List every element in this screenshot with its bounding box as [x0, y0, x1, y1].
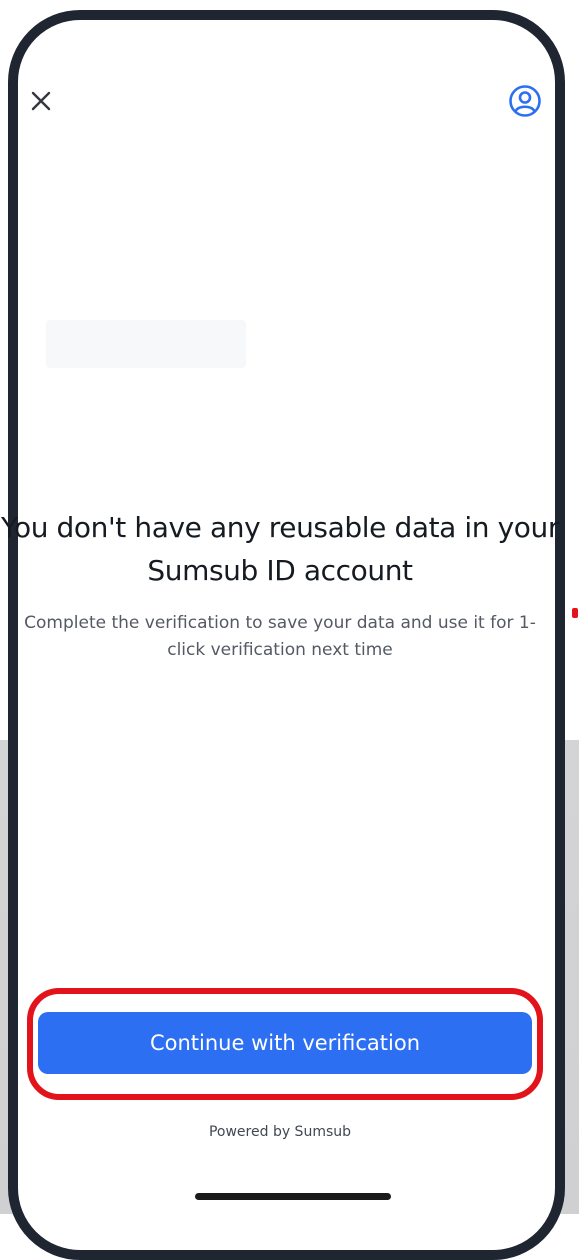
- page-description: Complete the verification to save your d…: [24, 613, 536, 660]
- home-indicator[interactable]: [195, 1193, 391, 1200]
- close-icon: [31, 91, 51, 111]
- continue-with-verification-button[interactable]: Continue with verification: [38, 1012, 532, 1074]
- powered-by-label: Powered by Sumsub: [208, 1124, 352, 1140]
- page-title: You don't have any reusable data in your…: [0, 511, 559, 587]
- image-placeholder: [46, 320, 246, 368]
- profile-button[interactable]: [507, 83, 543, 119]
- user-circle-icon: [509, 85, 541, 117]
- close-button[interactable]: [26, 86, 56, 116]
- highlight-marker: [572, 608, 578, 618]
